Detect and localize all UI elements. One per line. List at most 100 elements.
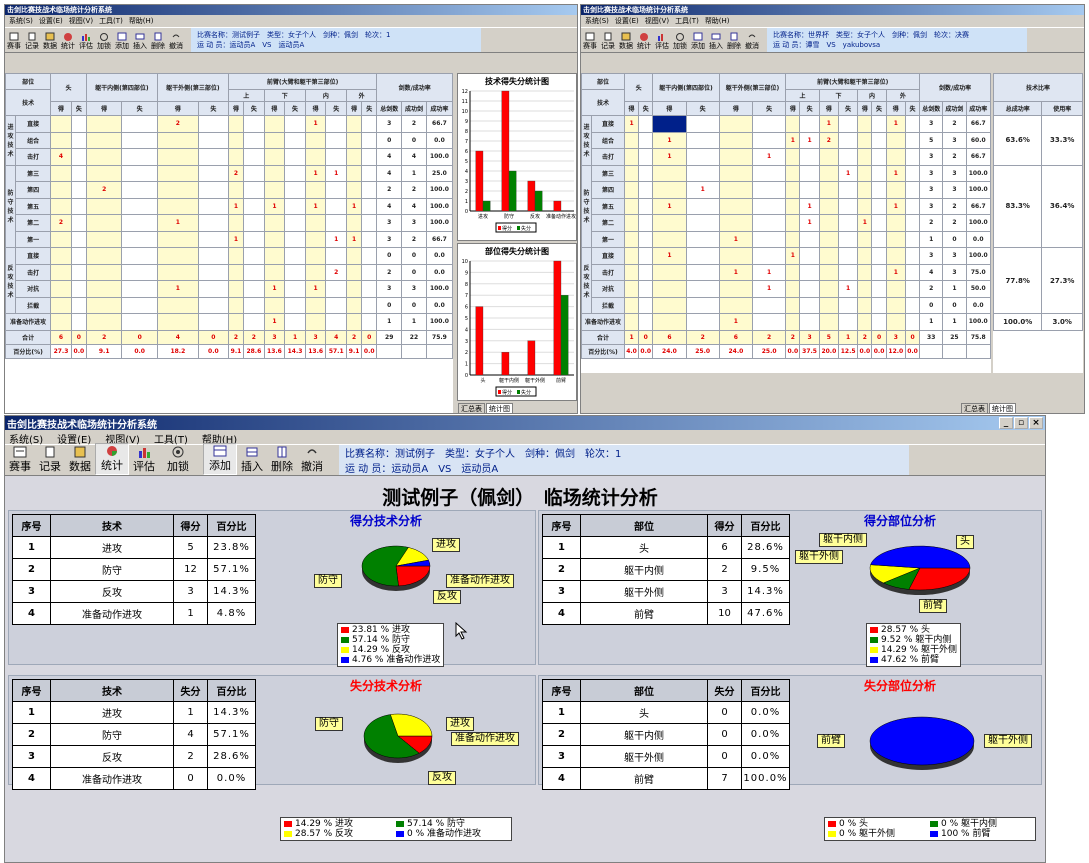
grid-cell[interactable] bbox=[50, 247, 72, 265]
grid-cell[interactable] bbox=[837, 115, 859, 133]
grid-cell[interactable] bbox=[818, 230, 840, 248]
grid-cell[interactable] bbox=[799, 263, 820, 281]
grid-cell[interactable] bbox=[799, 115, 820, 133]
grid-cell[interactable] bbox=[871, 230, 887, 248]
grid-cell[interactable] bbox=[304, 230, 327, 248]
grid-cell[interactable] bbox=[156, 230, 199, 248]
grid-cell[interactable] bbox=[304, 263, 327, 281]
grid-cell[interactable] bbox=[904, 296, 921, 314]
grid-cell[interactable] bbox=[718, 131, 754, 149]
grid-cell[interactable] bbox=[50, 115, 72, 133]
grid-cell[interactable] bbox=[818, 247, 840, 265]
grid-cell[interactable] bbox=[121, 148, 158, 166]
grid-cell[interactable] bbox=[304, 313, 327, 331]
grid-cell[interactable] bbox=[904, 197, 921, 215]
grid-cell[interactable]: 1 bbox=[652, 197, 687, 215]
grid-cell[interactable] bbox=[652, 214, 687, 232]
grid-cell[interactable]: 1 bbox=[156, 214, 199, 232]
toolbar-button-lock[interactable]: 加锁 bbox=[671, 31, 689, 52]
grid-cell[interactable] bbox=[263, 148, 286, 166]
menu-system[interactable]: 系统(S) bbox=[9, 431, 43, 446]
toolbar-button-add[interactable]: 添加 bbox=[113, 31, 131, 52]
menu-tools[interactable]: 工具(T) bbox=[99, 16, 123, 26]
grid-cell[interactable] bbox=[885, 313, 906, 331]
menu-help[interactable]: 帮助(H) bbox=[705, 16, 730, 26]
grid-cell[interactable] bbox=[904, 263, 921, 281]
grid-cell[interactable] bbox=[871, 280, 887, 298]
toolbar-button-undo[interactable]: 撤消 bbox=[167, 31, 185, 52]
grid-cell[interactable] bbox=[799, 280, 820, 298]
grid-cell[interactable] bbox=[857, 115, 873, 133]
grid-cell[interactable] bbox=[85, 230, 123, 248]
grid-cell[interactable] bbox=[325, 115, 348, 133]
grid-cell[interactable] bbox=[638, 115, 654, 133]
grid-cell[interactable] bbox=[70, 230, 87, 248]
grid-cell[interactable] bbox=[263, 296, 286, 314]
grid-cell[interactable] bbox=[197, 247, 229, 265]
grid-cell[interactable] bbox=[871, 247, 887, 265]
grid-cell[interactable] bbox=[685, 230, 720, 248]
grid-cell[interactable]: 1 bbox=[752, 148, 787, 166]
grid-cell[interactable]: 1 bbox=[837, 280, 859, 298]
grid-cell[interactable] bbox=[70, 115, 87, 133]
grid-cell[interactable] bbox=[50, 230, 72, 248]
grid-cell[interactable] bbox=[263, 131, 286, 149]
grid-cell[interactable] bbox=[346, 296, 363, 314]
toolbar-button-data[interactable]: 数据 bbox=[617, 31, 635, 52]
grid-cell[interactable] bbox=[785, 197, 801, 215]
grid-cell[interactable]: 2 bbox=[325, 263, 348, 281]
grid-cell[interactable] bbox=[837, 181, 859, 199]
grid-cell[interactable] bbox=[70, 148, 87, 166]
toolbar-button-record[interactable]: 记录 bbox=[599, 31, 617, 52]
grid-cell[interactable] bbox=[752, 115, 787, 133]
grid-cell[interactable] bbox=[263, 263, 286, 281]
grid-cell[interactable] bbox=[623, 296, 640, 314]
grid-cell[interactable] bbox=[752, 181, 787, 199]
grid-cell[interactable]: 1 bbox=[263, 313, 286, 331]
grid-cell[interactable] bbox=[752, 131, 787, 149]
grid-cell[interactable]: 2 bbox=[50, 214, 72, 232]
grid-cell[interactable]: 1 bbox=[718, 263, 754, 281]
menu-settings[interactable]: 设置(E) bbox=[57, 431, 91, 446]
grid-cell[interactable] bbox=[243, 296, 265, 314]
grid-cell[interactable]: 1 bbox=[652, 148, 687, 166]
tab-chart[interactable]: 统计图 bbox=[989, 403, 1016, 413]
grid-cell[interactable] bbox=[818, 181, 840, 199]
grid-cell[interactable] bbox=[652, 230, 687, 248]
grid-cell[interactable] bbox=[85, 214, 123, 232]
grid-cell[interactable] bbox=[361, 230, 378, 248]
grid-cell[interactable] bbox=[871, 115, 887, 133]
grid-cell[interactable] bbox=[361, 164, 378, 182]
grid-cell[interactable] bbox=[361, 247, 378, 265]
grid-cell[interactable] bbox=[871, 197, 887, 215]
grid-cell[interactable] bbox=[652, 115, 687, 133]
grid-cell[interactable] bbox=[197, 263, 229, 281]
grid-cell[interactable] bbox=[243, 148, 265, 166]
grid-cell[interactable] bbox=[156, 313, 199, 331]
grid-cell[interactable] bbox=[652, 181, 687, 199]
grid-cell[interactable] bbox=[304, 131, 327, 149]
grid-cell[interactable] bbox=[857, 230, 873, 248]
grid-cell[interactable] bbox=[857, 164, 873, 182]
grid-cell[interactable] bbox=[304, 148, 327, 166]
grid-cell[interactable] bbox=[50, 263, 72, 281]
grid-cell[interactable] bbox=[837, 214, 859, 232]
grid-cell[interactable] bbox=[243, 181, 265, 199]
grid-cell[interactable] bbox=[799, 164, 820, 182]
grid-cell[interactable] bbox=[325, 296, 348, 314]
grid-cell[interactable] bbox=[263, 247, 286, 265]
menu-help[interactable]: 帮助(H) bbox=[129, 16, 154, 26]
grid-cell[interactable] bbox=[50, 164, 72, 182]
grid-cell[interactable] bbox=[85, 197, 123, 215]
grid-cell[interactable] bbox=[227, 181, 245, 199]
toolbar-button-match[interactable]: 赛事 bbox=[5, 445, 35, 475]
grid-cell[interactable]: 1 bbox=[156, 280, 199, 298]
grid-cell[interactable] bbox=[623, 197, 640, 215]
grid-cell[interactable] bbox=[623, 181, 640, 199]
grid-cell[interactable] bbox=[325, 313, 348, 331]
grid-cell[interactable] bbox=[857, 148, 873, 166]
grid-cell[interactable] bbox=[284, 115, 306, 133]
grid-cell[interactable]: 1 bbox=[652, 131, 687, 149]
grid-cell[interactable] bbox=[227, 296, 245, 314]
grid-cell[interactable] bbox=[346, 214, 363, 232]
